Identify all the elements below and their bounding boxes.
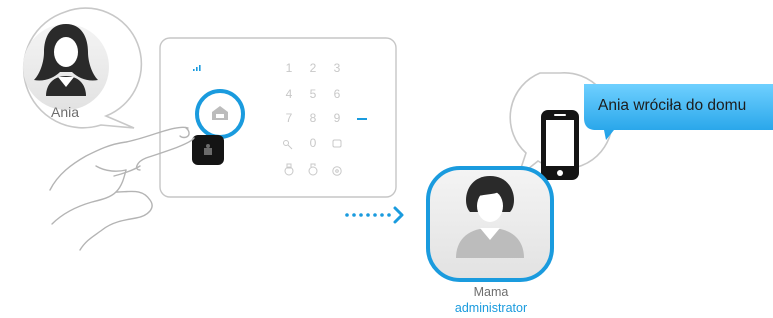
flow-arrow: [345, 206, 404, 224]
sender-name: Ania: [50, 104, 80, 120]
recipient-role: administrator: [454, 301, 528, 315]
status-indicator: [357, 118, 367, 120]
recipient-name: Mama: [473, 285, 509, 299]
key-5[interactable]: 5: [310, 87, 317, 101]
key-1[interactable]: 1: [286, 61, 293, 75]
smartphone-icon: [541, 110, 579, 180]
key-4[interactable]: 4: [286, 87, 293, 101]
mama-avatar: [426, 166, 554, 282]
notification-text: Ania wróciła do domu: [598, 97, 747, 114]
key-0[interactable]: 0: [310, 136, 317, 150]
key-7[interactable]: 7: [286, 111, 293, 125]
rfid-tag-icon: [192, 135, 224, 165]
key-3[interactable]: 3: [334, 61, 341, 75]
key-2[interactable]: 2: [310, 61, 317, 75]
key-9[interactable]: 9: [334, 111, 341, 125]
scene: 1 2 3 4 5 6 7 8 9 0: [22, 7, 773, 282]
alarm-panel: 1 2 3 4 5 6 7 8 9 0: [159, 37, 397, 198]
key-6[interactable]: 6: [334, 87, 341, 101]
key-8[interactable]: 8: [310, 111, 317, 125]
